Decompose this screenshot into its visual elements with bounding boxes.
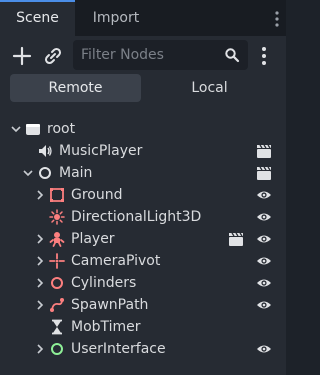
- search-icon[interactable]: [224, 47, 240, 63]
- tree-row-ground[interactable]: Ground: [0, 184, 286, 206]
- tree-row-spawnpath[interactable]: SpawnPath: [0, 294, 286, 316]
- node-label: Player: [71, 231, 115, 247]
- tree-row-cylinders[interactable]: Cylinders: [0, 272, 286, 294]
- plus-icon[interactable]: [10, 44, 34, 68]
- clapperboard-icon[interactable]: [256, 143, 272, 159]
- local-button[interactable]: Local: [143, 74, 276, 102]
- visibility-eye-icon[interactable]: [256, 231, 272, 247]
- filter-nodes-input[interactable]: [81, 40, 216, 70]
- tab-menu-kebab-icon[interactable]: [274, 10, 280, 28]
- expand-arrow-right-icon[interactable]: [33, 297, 47, 313]
- timer-icon: [52, 319, 62, 335]
- clapperboard-icon[interactable]: [228, 231, 244, 247]
- static-body-icon: [50, 188, 64, 202]
- visibility-eye-icon[interactable]: [256, 209, 272, 225]
- tree-row-directionallight3d[interactable]: DirectionalLight3D: [0, 206, 286, 228]
- node-label: Ground: [71, 187, 123, 203]
- visibility-eye-icon[interactable]: [256, 187, 272, 203]
- remote-button[interactable]: Remote: [10, 74, 141, 102]
- node-label: DirectionalLight3D: [71, 209, 202, 225]
- visibility-eye-icon[interactable]: [256, 253, 272, 269]
- tree-row-mobtimer[interactable]: MobTimer: [0, 316, 286, 338]
- audio-stream-player-icon: [39, 145, 52, 157]
- node-label: UserInterface: [71, 341, 166, 357]
- kebab-menu-icon[interactable]: [252, 44, 276, 68]
- filter-nodes-field[interactable]: [73, 40, 248, 70]
- directional-light-icon: [49, 209, 65, 225]
- node-label: CameraPivot: [71, 253, 161, 269]
- expand-arrow-right-icon[interactable]: [33, 275, 47, 291]
- tree-row-musicplayer[interactable]: MusicPlayer: [0, 140, 286, 162]
- tab-import[interactable]: Import: [77, 0, 155, 36]
- node-label: MusicPlayer: [59, 143, 143, 159]
- character-body-icon: [49, 232, 65, 247]
- expand-arrow-right-icon[interactable]: [33, 341, 47, 357]
- node-label: Main: [59, 165, 93, 181]
- node-label: MobTimer: [71, 319, 141, 335]
- visibility-eye-icon[interactable]: [256, 341, 272, 357]
- expand-arrow-down-icon[interactable]: [9, 121, 23, 137]
- control-node-icon: [51, 343, 63, 355]
- expand-arrow-right-icon[interactable]: [33, 187, 47, 203]
- clapperboard-icon[interactable]: [256, 165, 272, 181]
- node3d-icon: [51, 277, 63, 289]
- node3d-icon: [39, 167, 51, 179]
- node-label: SpawnPath: [71, 297, 149, 313]
- tree-row-userinterface[interactable]: UserInterface: [0, 338, 286, 360]
- expand-arrow-down-icon[interactable]: [21, 165, 35, 181]
- tree-row-camerapivot[interactable]: CameraPivot: [0, 250, 286, 272]
- tab-bar: Scene Import: [0, 0, 286, 36]
- expand-arrow-right-icon[interactable]: [33, 253, 47, 269]
- link-icon[interactable]: [41, 44, 65, 68]
- tree-row-root[interactable]: root: [0, 118, 286, 140]
- expand-arrow-right-icon[interactable]: [33, 231, 47, 247]
- visibility-eye-icon[interactable]: [256, 275, 272, 291]
- marker3d-icon: [49, 253, 65, 269]
- node-label: root: [47, 121, 76, 137]
- visibility-eye-icon[interactable]: [256, 297, 272, 313]
- tree-row-player[interactable]: Player: [0, 228, 286, 250]
- scene-dock: Scene Import Remote Local: [0, 0, 286, 375]
- path3d-icon: [50, 298, 64, 312]
- node-label: Cylinders: [71, 275, 137, 291]
- tree-row-main[interactable]: Main: [0, 162, 286, 184]
- tab-scene[interactable]: Scene: [0, 0, 75, 36]
- folder-node-icon: [26, 124, 40, 135]
